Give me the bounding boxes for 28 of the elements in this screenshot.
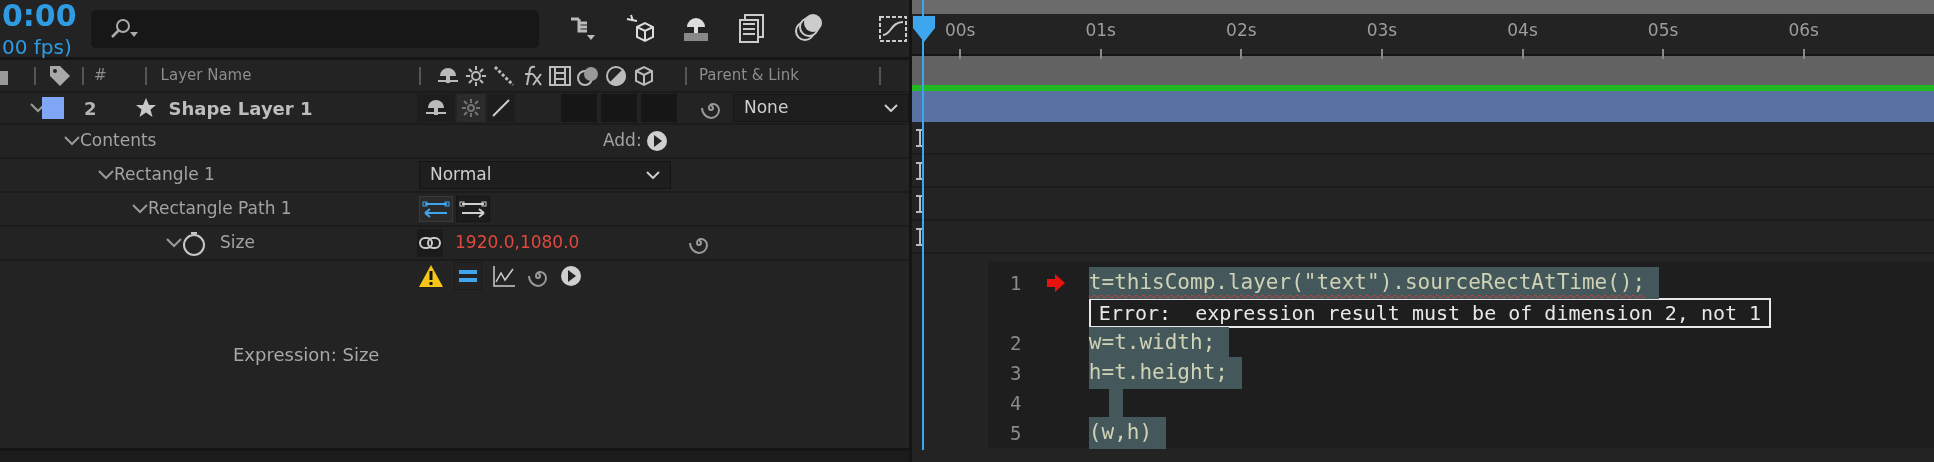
timecode: 0:00 — [2, 0, 78, 31]
time-ruler-label: 03s — [1366, 19, 1398, 40]
column-header[interactable]: Parent & Link — [699, 64, 799, 87]
property-label[interactable]: Contents — [80, 128, 157, 154]
line-number: 3 — [1009, 360, 1023, 386]
time-ruler-label: 00s — [944, 19, 976, 40]
time-ruler-label: 06s — [1788, 19, 1819, 40]
column-header[interactable]: # — [94, 64, 107, 87]
expression-label: Expression: Size — [233, 343, 381, 367]
frame-rate: 00 fps) — [2, 36, 73, 57]
line-number: 2 — [1009, 330, 1023, 356]
property-label[interactable]: Rectangle Path 1 — [148, 196, 292, 222]
time-ruler-label: 04s — [1507, 19, 1538, 40]
add-label[interactable]: Add: — [603, 128, 642, 154]
line-number: 1 — [1009, 270, 1023, 296]
line-number: 5 — [1009, 420, 1023, 446]
parent-dropdown[interactable]: None — [733, 94, 909, 122]
column-header[interactable]: Layer Name — [160, 64, 252, 87]
property-label[interactable]: Size — [220, 230, 255, 256]
time-ruler-label: 05s — [1647, 19, 1679, 40]
property-value[interactable]: 1920.0,1080.0 — [455, 230, 580, 256]
layer-number: 2 — [84, 96, 97, 121]
blend-mode-dropdown[interactable]: Normal — [419, 161, 671, 189]
time-ruler-label: 01s — [1085, 19, 1116, 40]
property-label[interactable]: Rectangle 1 — [114, 162, 215, 188]
line-number: 4 — [1009, 390, 1023, 416]
layer-name[interactable]: Shape Layer 1 — [168, 94, 313, 122]
time-ruler-label: 02s — [1226, 19, 1257, 40]
